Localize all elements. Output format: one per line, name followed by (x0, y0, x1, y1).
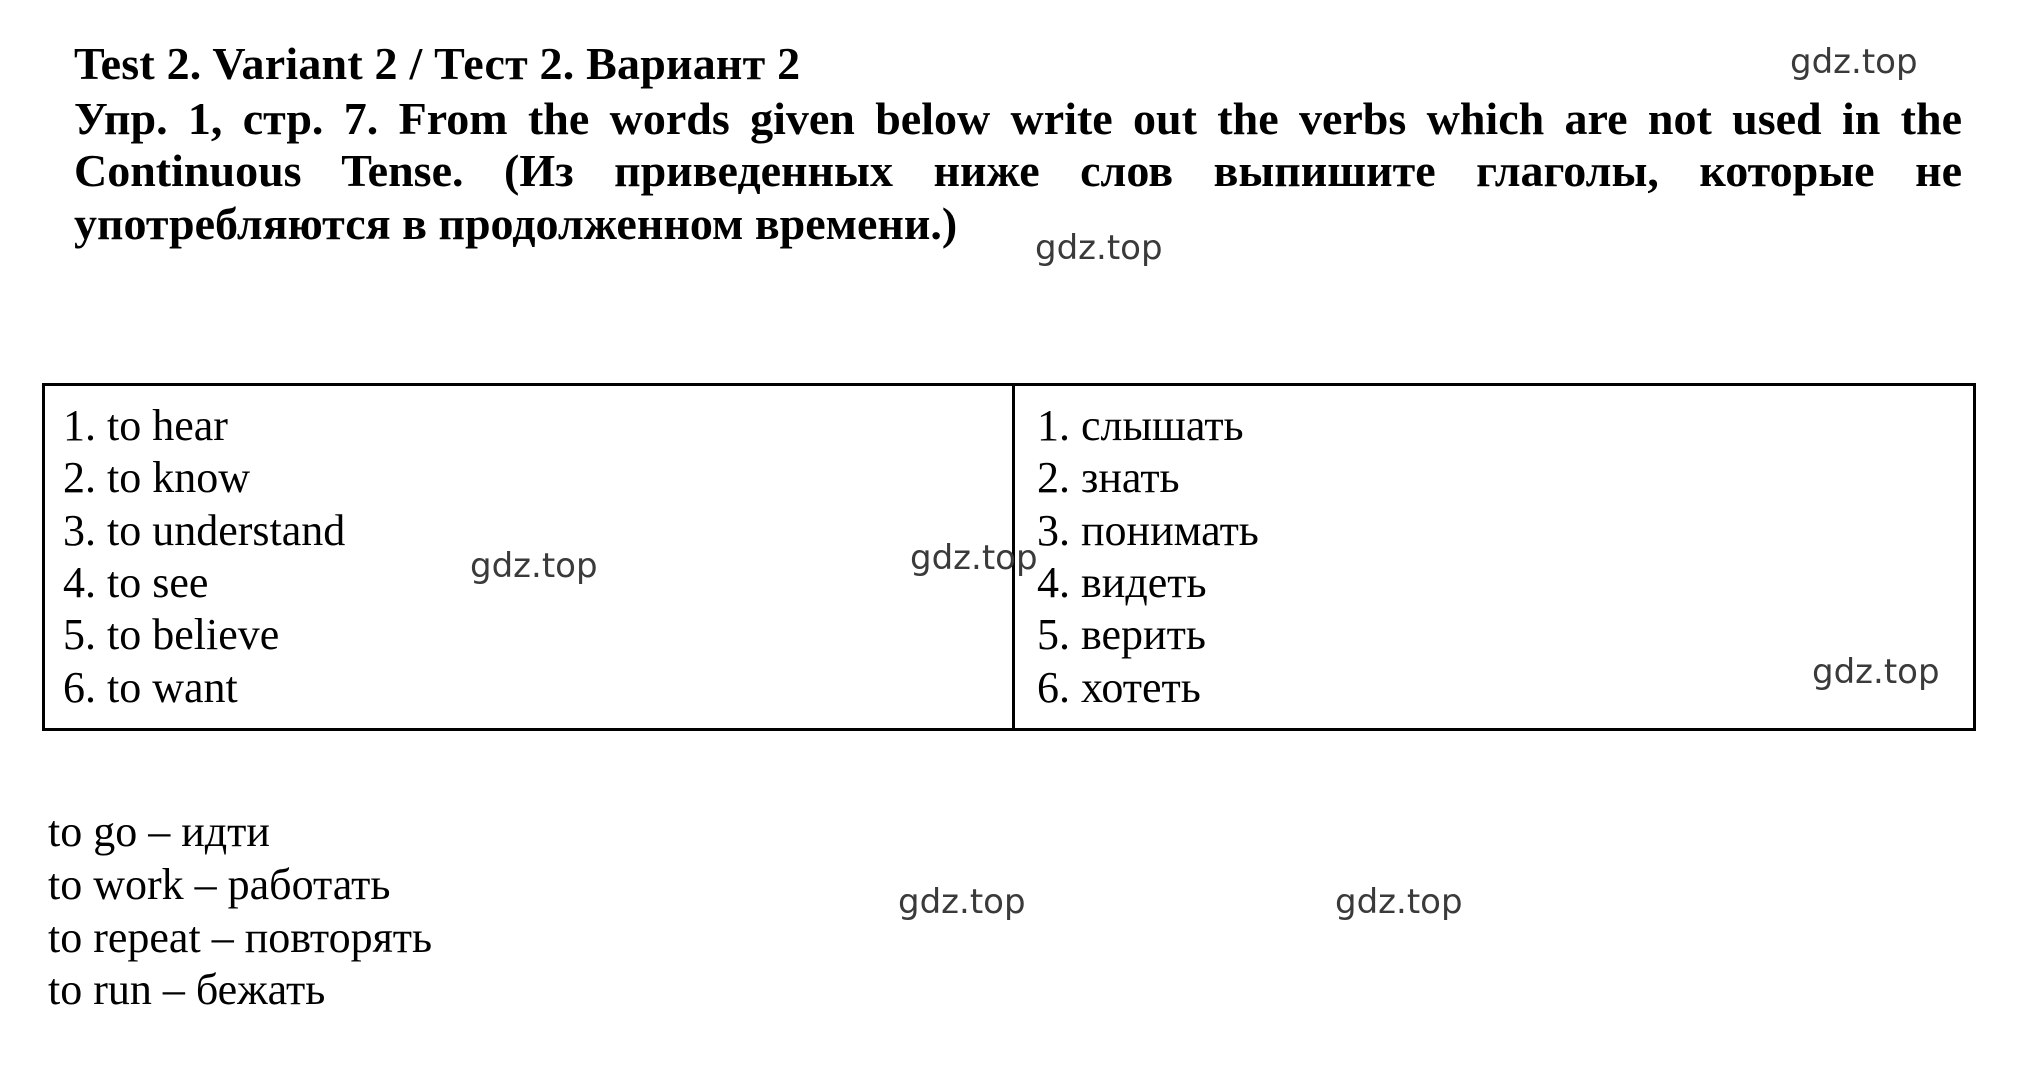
list-item: to work – работать (48, 859, 391, 909)
list-item: to run – бежать (48, 965, 326, 1015)
watermark-gdz-top: gdz.top (470, 546, 598, 586)
watermark-gdz-top: gdz.top (1790, 42, 1918, 82)
bottom-word-list: to go – идти to work – работать to repea… (48, 806, 948, 1017)
table-row: 1. to hear (63, 401, 228, 450)
table-row: 2. to know (63, 453, 250, 503)
table-row: 1. слышать (1037, 401, 1244, 450)
watermark-gdz-top: gdz.top (910, 538, 1038, 578)
watermark-gdz-top: gdz.top (1812, 652, 1940, 692)
table-row: 3. понимать (1037, 505, 1259, 555)
worksheet-page: Test 2. Variant 2 / Тест 2. Вариант 2 Уп… (0, 0, 2034, 1075)
watermark-gdz-top: gdz.top (1035, 228, 1163, 268)
exercise-instruction: Упр. 1, стр. 7. From the words given bel… (74, 92, 1962, 250)
table-row: 2. знать (1037, 453, 1180, 503)
table-row: 4. видеть (1037, 558, 1207, 608)
list-item: to repeat – повторять (48, 912, 433, 962)
page-title: Test 2. Variant 2 / Тест 2. Вариант 2 (74, 38, 801, 89)
watermark-gdz-top: gdz.top (1335, 882, 1463, 922)
table-row: 6. to want (63, 662, 238, 712)
table-row: 5. to believe (63, 610, 280, 660)
watermark-gdz-top: gdz.top (898, 882, 1026, 922)
list-item: to go – идти (48, 807, 270, 856)
heading-block: Test 2. Variant 2 / Тест 2. Вариант 2 Уп… (74, 38, 1962, 251)
